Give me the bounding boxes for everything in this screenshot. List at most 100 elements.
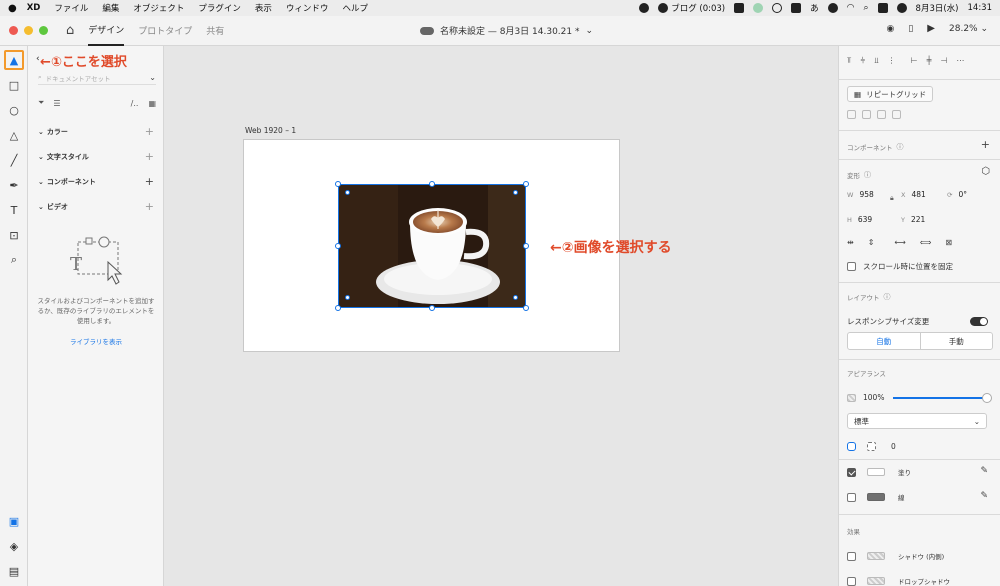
info-icon[interactable]: ⓘ [884, 292, 891, 302]
fill-swatch[interactable] [867, 468, 885, 476]
resize-handle-bottom-left[interactable] [335, 305, 341, 311]
boolean-exclude-icon[interactable] [892, 110, 901, 119]
responsive-resize-toggle[interactable] [970, 317, 988, 326]
view-libraries-link[interactable]: ライブラリを表示 [36, 336, 156, 346]
per-corner-icon[interactable] [867, 442, 876, 451]
tab-prototype[interactable]: プロトタイプ [138, 16, 192, 46]
inner-shadow-swatch[interactable] [867, 552, 885, 560]
align-left-icon[interactable]: ⊢ [911, 56, 918, 66]
align-bottom-icon[interactable]: ⫫ [874, 56, 879, 66]
corner-radius-handle-bottom-left[interactable] [345, 295, 350, 300]
align-center-icon[interactable]: ╪ [927, 56, 932, 66]
document-title[interactable]: 名称未設定 — 8月3日 14.30.21 * ⌄ [420, 24, 593, 37]
inner-shadow-checkbox[interactable] [847, 551, 856, 561]
resize-handle-top[interactable] [429, 181, 435, 187]
height-field[interactable]: H 639 [847, 215, 872, 224]
pen-tool-icon[interactable]: ✒ [4, 175, 24, 195]
add-text-style-button[interactable]: + [145, 150, 154, 163]
drop-shadow-checkbox[interactable] [847, 576, 856, 586]
align-middle-icon[interactable]: ⫩ [861, 56, 866, 66]
resize-handle-top-right[interactable] [523, 181, 529, 187]
opacity-value[interactable]: 100% [863, 393, 884, 402]
plugins-panel-icon[interactable]: ▤ [4, 561, 24, 581]
opacity-slider-handle[interactable] [982, 393, 992, 403]
fit-height-icon[interactable]: ⟺ [920, 238, 931, 247]
menu-file[interactable]: ファイル [54, 2, 88, 14]
flip-vertical-icon[interactable]: ⇕ [868, 238, 875, 247]
corner-radius-value[interactable]: 0 [891, 442, 896, 451]
resize-handle-top-left[interactable] [335, 181, 341, 187]
sort-icon[interactable]: ☰ [53, 99, 60, 108]
info-icon[interactable]: ⓘ [864, 170, 871, 180]
info-icon[interactable]: ⓘ [897, 142, 904, 152]
line-tool-icon[interactable]: ╱ [4, 150, 24, 170]
resize-mode-manual[interactable]: 手動 [921, 333, 993, 349]
repeat-grid-button[interactable]: ▦ リピートグリッド [847, 86, 934, 102]
blend-mode-select[interactable]: 標準 ⌄ [847, 413, 987, 429]
resize-handle-left[interactable] [335, 243, 341, 249]
boolean-add-icon[interactable] [847, 110, 856, 119]
close-window-button[interactable] [9, 26, 18, 35]
menu-app-name[interactable]: XD [27, 3, 41, 13]
resize-handle-right[interactable] [523, 243, 529, 249]
rotation-field[interactable]: ⟳ 0° [947, 190, 967, 199]
align-top-icon[interactable]: ⫪ [847, 56, 852, 66]
siri-icon[interactable] [896, 3, 907, 13]
resize-handle-bottom-right[interactable] [523, 305, 529, 311]
ellipse-tool-icon[interactable]: ○ [4, 100, 24, 120]
assets-search-input[interactable]: ⌕ ドキュメントアセット ⌄ [38, 71, 156, 85]
menu-window[interactable]: ウィンドウ [286, 2, 329, 14]
assets-section-text-styles[interactable]: ⌄ 文字スタイル + [38, 150, 154, 163]
rectangle-tool-icon[interactable]: □ [4, 75, 24, 95]
polygon-tool-icon[interactable]: △ [4, 125, 24, 145]
menu-plugins[interactable]: プラグイン [198, 2, 241, 14]
resize-mode-auto[interactable]: 自動 [848, 333, 921, 349]
fit-width-icon[interactable]: ⟷ [894, 238, 905, 247]
assets-section-components[interactable]: ⌄ コンポーネント + [38, 175, 154, 188]
user-icon[interactable]: ◉ [886, 24, 894, 34]
layers-panel-icon[interactable]: ◈ [4, 536, 24, 556]
boolean-intersect-icon[interactable] [877, 110, 886, 119]
fit-content-icon[interactable]: ⊠ [945, 238, 952, 247]
text-tool-icon[interactable]: T [4, 200, 24, 220]
input-method-indicator[interactable]: あ [810, 2, 819, 14]
menu-edit[interactable]: 編集 [102, 2, 119, 14]
y-field[interactable]: Y 221 [901, 215, 925, 224]
tab-design[interactable]: デザイン [88, 16, 125, 46]
status-timer[interactable]: ブログ (0:03) [658, 2, 725, 14]
select-tool-icon[interactable]: ▲ [4, 50, 24, 70]
tab-share[interactable]: 共有 [206, 16, 224, 46]
fill-eyedropper-icon[interactable]: ✎ [980, 466, 988, 476]
width-field[interactable]: W 958 [847, 190, 874, 199]
flip-horizontal-icon[interactable]: ⇹ [847, 238, 854, 247]
wifi-icon[interactable]: ◠ [847, 3, 855, 13]
resize-handle-bottom[interactable] [429, 305, 435, 311]
boolean-subtract-icon[interactable] [862, 110, 871, 119]
3d-transform-icon[interactable]: ⬡ [981, 166, 990, 177]
zoom-window-button[interactable] [39, 26, 48, 35]
app-status-icon[interactable] [734, 3, 745, 13]
creative-cloud-icon[interactable] [639, 3, 650, 13]
opacity-slider-track[interactable] [893, 397, 987, 399]
search-icon[interactable]: ⌕ [864, 3, 869, 13]
artboard-label[interactable]: Web 1920 – 1 [245, 126, 296, 135]
stroke-eyedropper-icon[interactable]: ✎ [980, 491, 988, 501]
corner-radius-handle-top-right[interactable] [513, 190, 518, 195]
apple-icon[interactable]: ● [8, 3, 17, 14]
add-color-button[interactable]: + [145, 125, 154, 138]
menu-date[interactable]: 8月3日(水) [916, 2, 959, 14]
stroke-checkbox[interactable] [847, 492, 856, 502]
zoom-level[interactable]: 28.2% ⌄ [949, 24, 988, 34]
menu-time[interactable]: 14:31 [968, 3, 993, 13]
clipboard-icon[interactable] [791, 3, 802, 13]
add-component-button[interactable]: + [145, 175, 154, 188]
fix-position-on-scroll[interactable]: スクロール時に位置を固定 [847, 261, 953, 272]
fill-checkbox[interactable] [847, 467, 856, 477]
corner-radius-handle-top-left[interactable] [345, 190, 350, 195]
home-icon[interactable]: ⌂ [66, 23, 74, 38]
menu-help[interactable]: ヘルプ [342, 2, 368, 14]
menu-view[interactable]: 表示 [255, 2, 272, 14]
control-center-icon[interactable] [877, 3, 888, 13]
artboard-tool-icon[interactable]: ⊡ [4, 225, 24, 245]
x-field[interactable]: X 481 [901, 190, 926, 199]
